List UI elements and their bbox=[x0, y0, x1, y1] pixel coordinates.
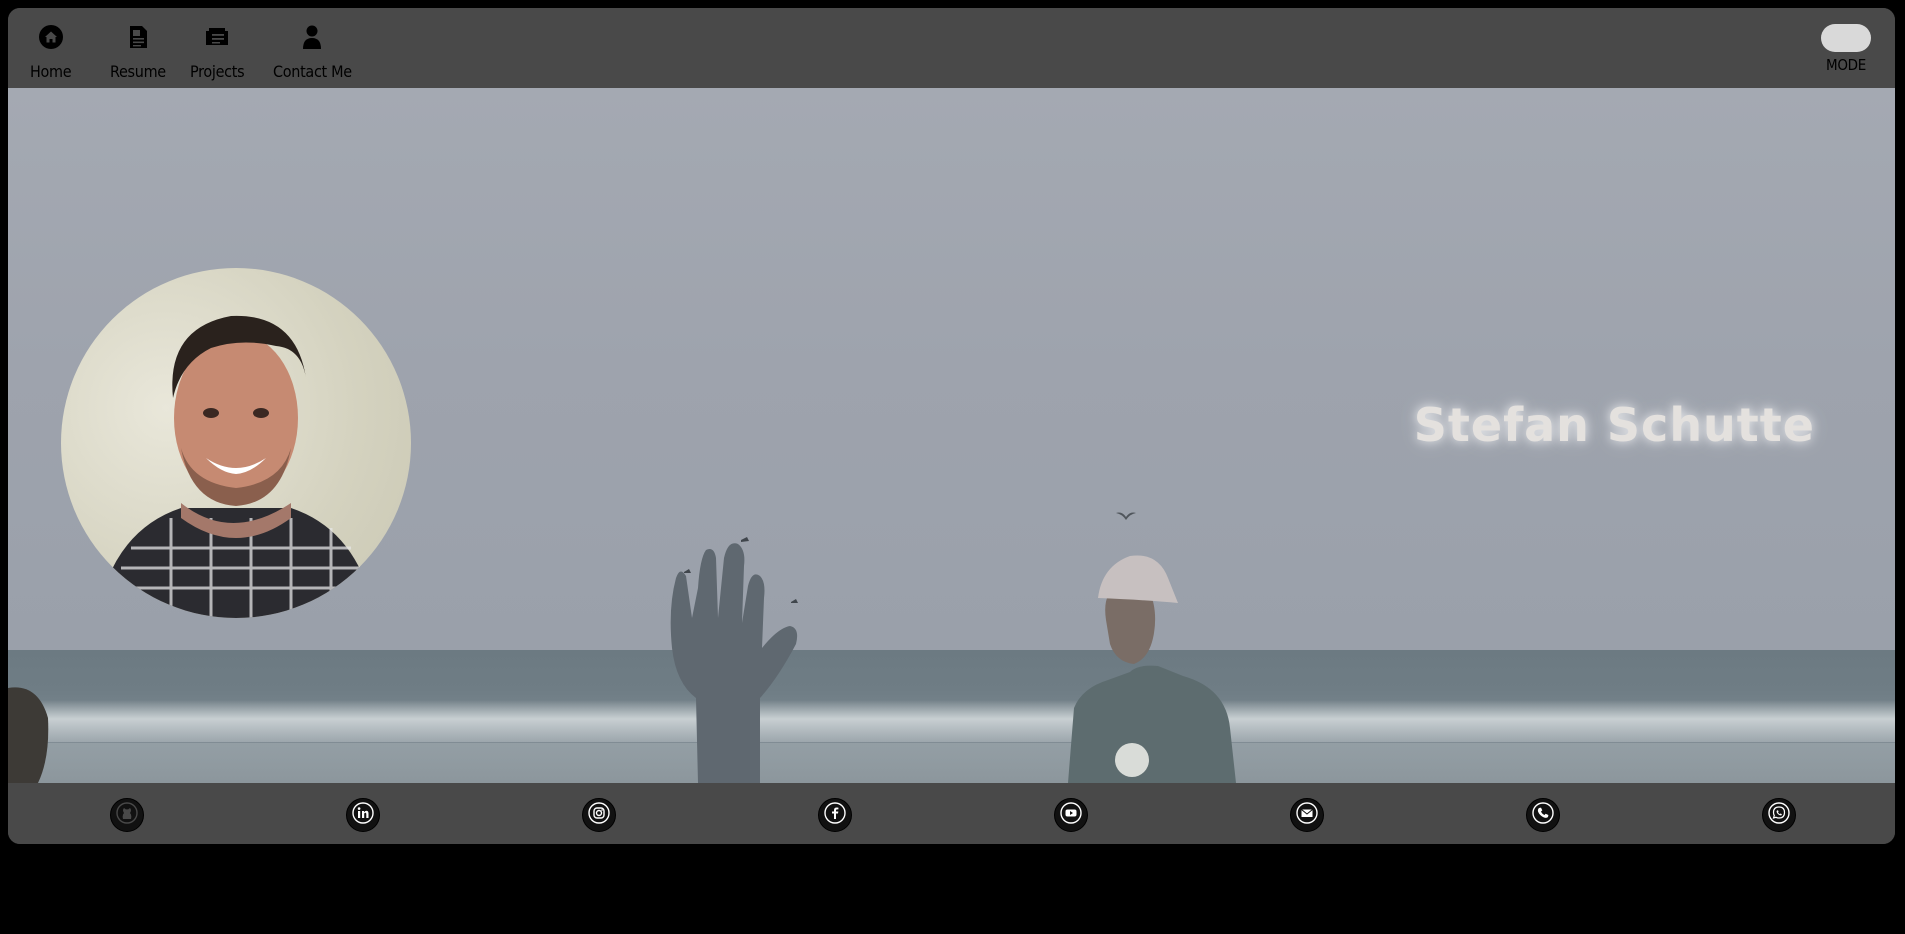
mode-switch: MODE bbox=[1821, 24, 1871, 74]
email-icon bbox=[1296, 802, 1318, 828]
nav-label-resume: Resume bbox=[110, 62, 166, 81]
youtube-icon bbox=[1060, 802, 1082, 828]
instagram-link[interactable] bbox=[582, 798, 616, 832]
email-link[interactable] bbox=[1290, 798, 1324, 832]
profile-photo bbox=[61, 268, 411, 618]
nav-item-home[interactable]: Home bbox=[30, 22, 72, 81]
facebook-icon bbox=[824, 802, 846, 828]
top-navigation: Home Resume Projects Contact Me MODE bbox=[8, 8, 1895, 88]
nav-item-resume[interactable]: Resume bbox=[110, 22, 166, 81]
projects-icon bbox=[202, 22, 232, 52]
mode-label: MODE bbox=[1826, 56, 1866, 74]
nav-label-home: Home bbox=[30, 62, 72, 81]
page-frame: Home Resume Projects Contact Me MODE Ste… bbox=[8, 8, 1895, 844]
nav-item-contact[interactable]: Contact Me bbox=[273, 22, 352, 81]
phone-link[interactable] bbox=[1526, 798, 1560, 832]
github-icon bbox=[116, 802, 138, 828]
linkedin-icon bbox=[352, 802, 374, 828]
nav-label-projects: Projects bbox=[190, 62, 245, 81]
social-footer bbox=[8, 783, 1895, 844]
phone-icon bbox=[1532, 802, 1554, 828]
resume-icon bbox=[123, 22, 153, 52]
linkedin-link[interactable] bbox=[346, 798, 380, 832]
github-link[interactable] bbox=[110, 798, 144, 832]
instagram-icon bbox=[588, 802, 610, 828]
facebook-link[interactable] bbox=[818, 798, 852, 832]
contact-icon bbox=[297, 22, 327, 52]
mode-toggle[interactable] bbox=[1821, 24, 1871, 52]
hero-banner: Stefan Schutte bbox=[8, 88, 1895, 783]
home-icon bbox=[36, 22, 66, 52]
whatsapp-icon bbox=[1768, 802, 1790, 828]
hero-name: Stefan Schutte bbox=[1413, 398, 1815, 452]
whatsapp-link[interactable] bbox=[1762, 798, 1796, 832]
nav-item-projects[interactable]: Projects bbox=[190, 22, 245, 81]
youtube-link[interactable] bbox=[1054, 798, 1088, 832]
nav-label-contact: Contact Me bbox=[273, 62, 352, 81]
